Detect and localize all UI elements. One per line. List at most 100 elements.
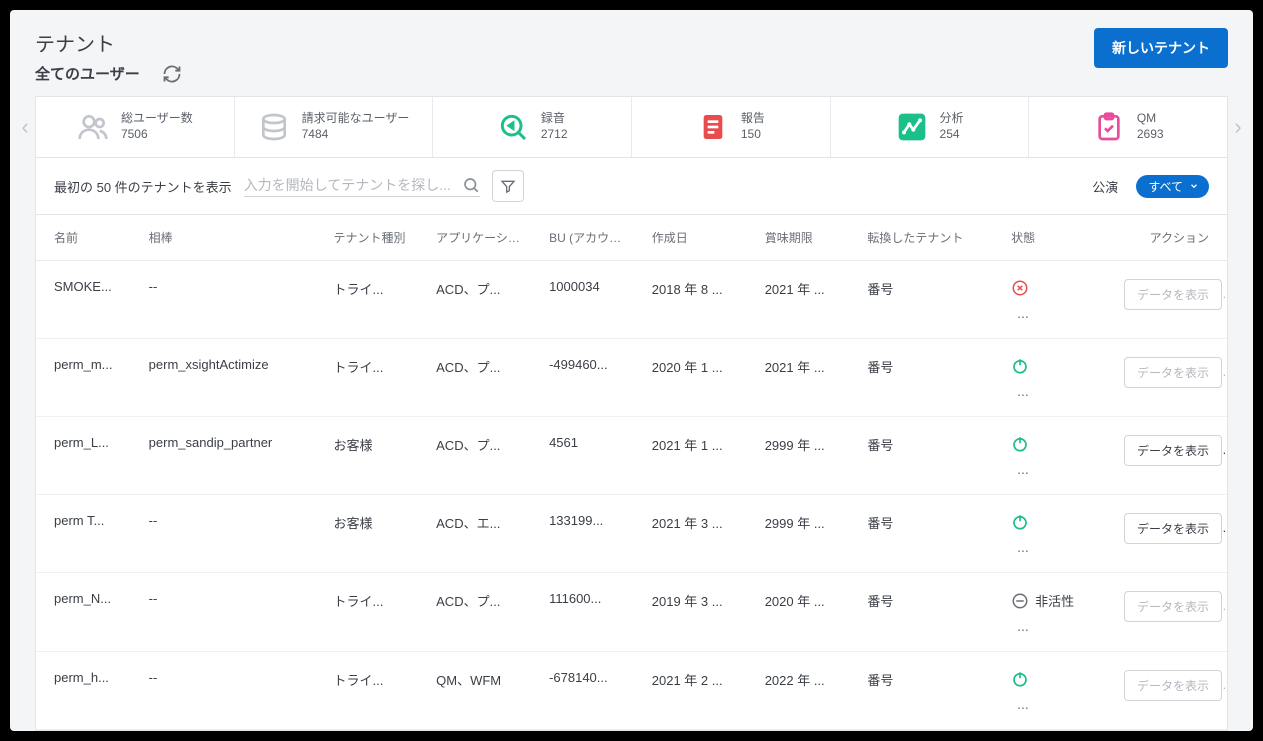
cell-created: 2018 年 8 ... [642,261,755,339]
page-header: テナント 全てのユーザー 新しいテナント [10,10,1253,96]
cell-bu: 1000034 [539,261,642,339]
cell-converted: 番号 [857,417,1001,495]
cell-action: データを表示 [1114,339,1227,417]
cell-status: ... [1001,339,1114,417]
more-icon[interactable]: ... [1017,697,1104,711]
analytics-icon [896,111,928,143]
more-icon[interactable]: ... [1017,619,1104,633]
view-data-button[interactable]: データを表示 [1124,513,1222,544]
stat-label: 分析 [940,111,964,127]
cell-converted: 番号 [857,573,1001,652]
stat-qm: QM 2693 [1029,97,1227,157]
view-data-button[interactable]: データを表示 [1124,670,1222,701]
table-row: perm_h...--トライ...QM、WFM-678140...2021 年 … [36,651,1227,729]
header-titles: テナント 全てのユーザー [35,28,1094,84]
filter-icon [500,178,516,194]
cell-partner: -- [139,261,324,339]
table-row: perm T...--お客様ACD、エ...133199...2021 年 3 … [36,495,1227,573]
col-converted[interactable]: 転換したテナント [857,215,1001,261]
col-expires[interactable]: 賞味期限 [755,215,858,261]
status-on-icon [1011,357,1029,375]
carousel-next-icon[interactable]: › [1228,96,1248,158]
show-dropdown[interactable]: すべて [1136,175,1209,198]
stat-total-users: 総ユーザー数 7506 [36,97,235,157]
search-icon[interactable] [462,176,480,194]
cell-action: データを表示 [1114,651,1227,729]
table-row: perm_N...--トライ...ACD、プ...111600...2019 年… [36,573,1227,652]
cell-bu: 111600... [539,573,642,652]
col-bu[interactable]: BU (アカウント番 [539,215,642,261]
stat-value: 7506 [121,127,193,143]
view-data-button[interactable]: データを表示 [1124,279,1222,310]
cell-app: QM、WFM [426,651,539,729]
cell-status: ... [1001,417,1114,495]
view-data-button[interactable]: データを表示 [1124,591,1222,622]
cell-expires: 2999 年 ... [755,495,858,573]
view-data-button[interactable]: データを表示 [1124,435,1222,466]
cell-expires: 2022 年 ... [755,651,858,729]
cell-name: perm T... [36,495,139,573]
col-name[interactable]: 名前 [36,215,139,261]
stat-billable-users: 請求可能なユーザー 7484 [235,97,434,157]
cell-type: お客様 [323,495,426,573]
filter-button[interactable] [492,170,524,202]
col-created[interactable]: 作成日 [642,215,755,261]
cell-converted: 番号 [857,261,1001,339]
page-container: テナント 全てのユーザー 新しいテナント ‹ 総ユーザー数 7506 [10,10,1253,731]
cell-partner: perm_sandip_partner [139,417,324,495]
refresh-icon[interactable] [162,64,182,84]
col-status[interactable]: 状態 [1001,215,1114,261]
stat-label: QM [1137,111,1164,127]
search-box [244,176,480,197]
stat-report: 報告 150 [632,97,831,157]
cell-app: ACD、プ... [426,417,539,495]
more-icon[interactable]: ... [1017,306,1104,320]
carousel-prev-icon[interactable]: ‹ [15,96,35,158]
users-icon [77,111,109,143]
cell-action: データを表示 [1114,573,1227,652]
billing-icon [258,111,290,143]
show-label: 公演 [1092,177,1118,196]
cell-created: 2019 年 3 ... [642,573,755,652]
show-value: すべて [1148,178,1183,195]
more-icon[interactable]: ... [1017,384,1104,398]
stat-value: 2693 [1137,127,1164,143]
table-row: perm_m...perm_xsightActimizeトライ...ACD、プ.… [36,339,1227,417]
qm-icon [1093,111,1125,143]
cell-status: 非活性... [1001,573,1114,652]
cell-action: データを表示 [1114,495,1227,573]
cell-bu: -499460... [539,339,642,417]
list-count-label: 最初の 50 件のテナントを表示 [54,177,232,196]
cell-created: 2021 年 3 ... [642,495,755,573]
cell-expires: 2021 年 ... [755,339,858,417]
chevron-down-icon [1189,181,1199,191]
new-tenant-button[interactable]: 新しいテナント [1094,28,1228,68]
cell-created: 2021 年 2 ... [642,651,755,729]
col-type[interactable]: テナント種別 [323,215,426,261]
table-header-row: 名前 相棒 テナント種別 アプリケーション BU (アカウント番 作成日 賞味期… [36,215,1227,261]
stat-value: 254 [940,127,964,143]
col-partner[interactable]: 相棒 [139,215,324,261]
subtitle-row: 全てのユーザー [35,63,1094,84]
cell-name: perm_N... [36,573,139,652]
col-app[interactable]: アプリケーション [426,215,539,261]
status-on-icon [1011,435,1029,453]
more-icon[interactable]: ... [1017,462,1104,476]
view-data-button[interactable]: データを表示 [1124,357,1222,388]
stat-label: 報告 [741,111,765,127]
col-action[interactable]: アクション [1114,215,1227,261]
cell-app: ACD、プ... [426,339,539,417]
cell-created: 2021 年 1 ... [642,417,755,495]
table-row: SMOKE...--トライ...ACD、プ...10000342018 年 8 … [36,261,1227,339]
cell-expires: 2999 年 ... [755,417,858,495]
cell-created: 2020 年 1 ... [642,339,755,417]
cell-app: ACD、プ... [426,573,539,652]
search-input[interactable] [244,177,454,193]
cell-bu: 133199... [539,495,642,573]
cell-action: データを表示 [1114,417,1227,495]
cell-partner: -- [139,573,324,652]
cell-converted: 番号 [857,651,1001,729]
cell-app: ACD、プ... [426,261,539,339]
recording-icon [497,111,529,143]
more-icon[interactable]: ... [1017,540,1104,554]
